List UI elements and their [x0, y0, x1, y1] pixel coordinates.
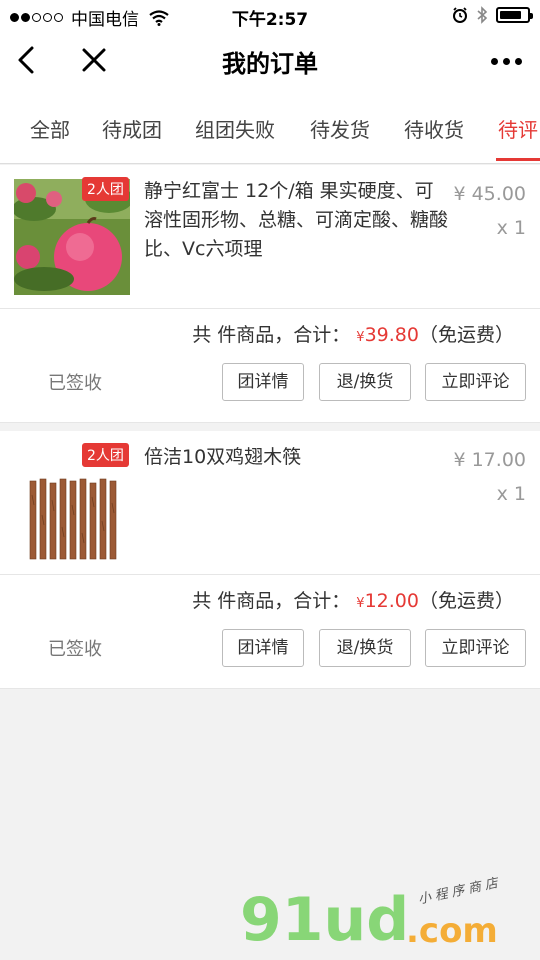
- tab-all[interactable]: 全部: [30, 114, 70, 143]
- tab-pending-receipt[interactable]: 待收货: [404, 114, 464, 143]
- more-icon[interactable]: [491, 58, 522, 65]
- order-tabs: 全部 待成团 组团失败 待发货 待收货 待评: [0, 92, 540, 164]
- nav-bar: 我的订单: [0, 30, 540, 92]
- status-bar: 中国电信 下午2:57: [0, 0, 540, 30]
- watermark-logo: 91ud .com 小程序商店: [240, 875, 530, 955]
- product-qty: x 1: [496, 217, 526, 239]
- return-exchange-button[interactable]: 退/换货: [319, 363, 411, 401]
- currency-symbol: ¥: [356, 596, 365, 611]
- tab-pending-group[interactable]: 待成团: [102, 114, 162, 143]
- group-detail-button[interactable]: 团详情: [222, 363, 304, 401]
- group-badge: 2人团: [82, 443, 129, 467]
- product-qty: x 1: [496, 483, 526, 505]
- tab-pending-shipment[interactable]: 待发货: [310, 114, 370, 143]
- order-product[interactable]: 2人团 静宁红富士 12个/箱 果实硬度、可溶性固形物、总糖、可滴定酸、糖酸比、…: [0, 165, 540, 309]
- shipping-note: （免运费）: [418, 324, 514, 346]
- page-title: 我的订单: [222, 50, 318, 78]
- tab-pending-review[interactable]: 待评: [498, 114, 538, 143]
- battery-icon: [496, 7, 533, 23]
- group-badge: 2人团: [82, 177, 129, 201]
- shipping-note: （免运费）: [418, 590, 514, 612]
- summary-prefix: 共 件商品，合计：: [192, 590, 351, 612]
- order-card: 2人团 静宁红富士 12个/箱 果实硬度、可溶性固形物、总糖、可滴定酸、糖酸比、…: [0, 165, 540, 423]
- watermark-tagline: 小程序商店: [416, 875, 504, 908]
- review-now-button[interactable]: 立即评论: [425, 629, 526, 667]
- currency-symbol: ¥: [356, 330, 365, 345]
- product-price: ¥ 17.00: [453, 449, 526, 471]
- order-summary: 共 件商品，合计： ¥39.80（免运费）: [192, 320, 514, 347]
- watermark-main: 91ud: [240, 885, 410, 955]
- order-total: 39.80: [364, 324, 419, 346]
- review-now-button[interactable]: 立即评论: [425, 363, 526, 401]
- product-price: ¥ 45.00: [453, 183, 526, 205]
- watermark-domain: .com: [406, 911, 498, 951]
- status-right: [452, 6, 533, 24]
- order-status: 已签收: [48, 639, 102, 660]
- group-detail-button[interactable]: 团详情: [222, 629, 304, 667]
- summary-prefix: 共 件商品，合计：: [192, 324, 351, 346]
- order-summary: 共 件商品，合计： ¥12.00（免运费）: [192, 586, 514, 613]
- order-status: 已签收: [48, 373, 102, 394]
- alarm-icon: [453, 7, 467, 23]
- order-product[interactable]: 2人团 倍洁10双鸡翅木筷 ¥ 17.00 x 1: [0, 431, 540, 575]
- tab-active-indicator: [496, 158, 540, 161]
- order-card: 2人团 倍洁10双鸡翅木筷 ¥ 17.00 x 1 共 件商品，合计： ¥12.…: [0, 431, 540, 689]
- tab-group-failed[interactable]: 组团失败: [195, 114, 275, 143]
- return-exchange-button[interactable]: 退/换货: [319, 629, 411, 667]
- order-total: 12.00: [364, 590, 419, 612]
- product-name: 倍洁10双鸡翅木筷: [144, 446, 302, 468]
- bluetooth-icon: [477, 6, 488, 24]
- product-name: 静宁红富士 12个/箱 果实硬度、可溶性固形物、总糖、可滴定酸、糖酸比、Vc六项…: [144, 180, 449, 260]
